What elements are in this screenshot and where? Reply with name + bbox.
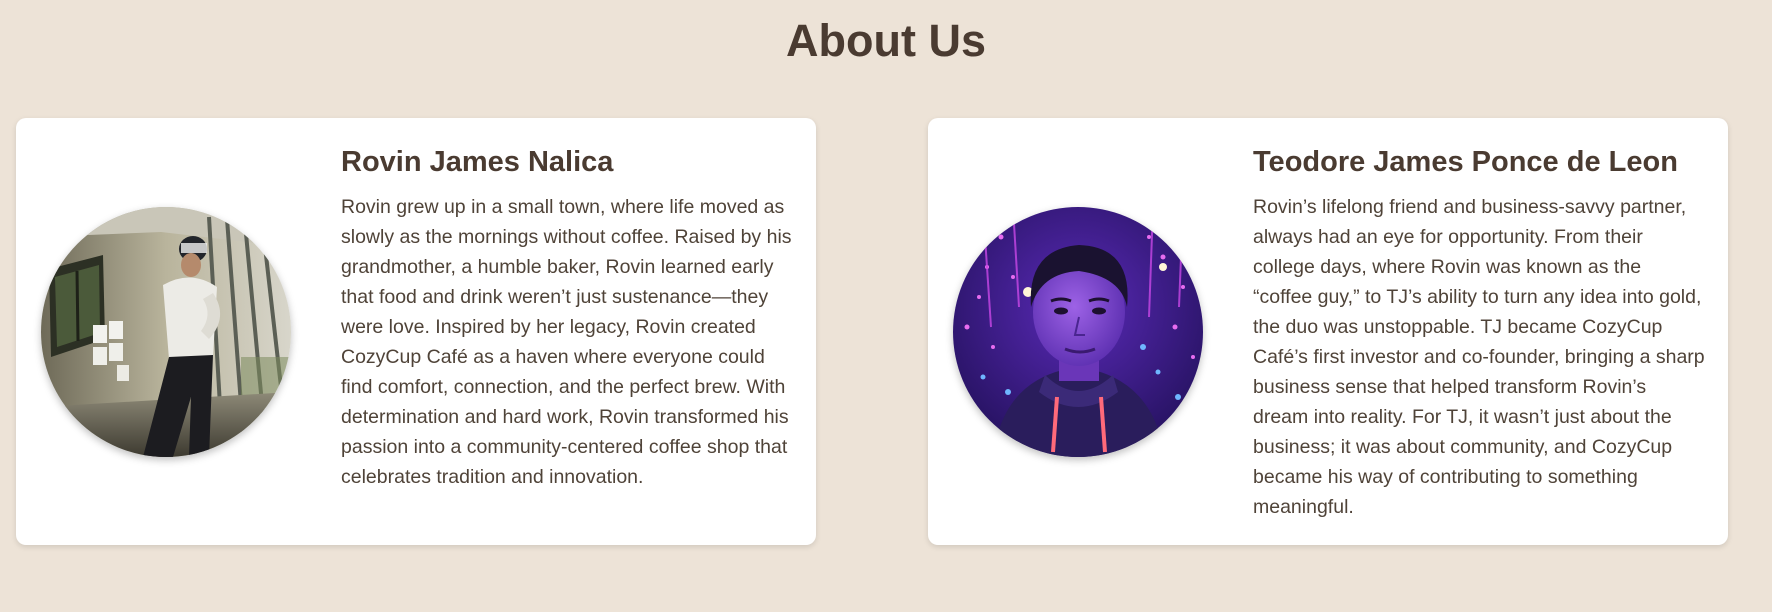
member-card-teodore: Teodore James Ponce de Leon Rovin’s life… (928, 118, 1728, 545)
avatar-rovin-photo (41, 207, 291, 457)
member-bio: Rovin grew up in a small town, where lif… (341, 196, 792, 488)
page-title: About Us (786, 15, 986, 66)
member-bio: Rovin’s lifelong friend and business-sav… (1253, 196, 1705, 518)
member-name: Rovin James Nalica (341, 146, 614, 178)
avatar-teodore-photo (953, 207, 1203, 457)
member-card-rovin: Rovin James Nalica Rovin grew up in a sm… (16, 118, 816, 545)
member-name: Teodore James Ponce de Leon (1253, 146, 1678, 178)
